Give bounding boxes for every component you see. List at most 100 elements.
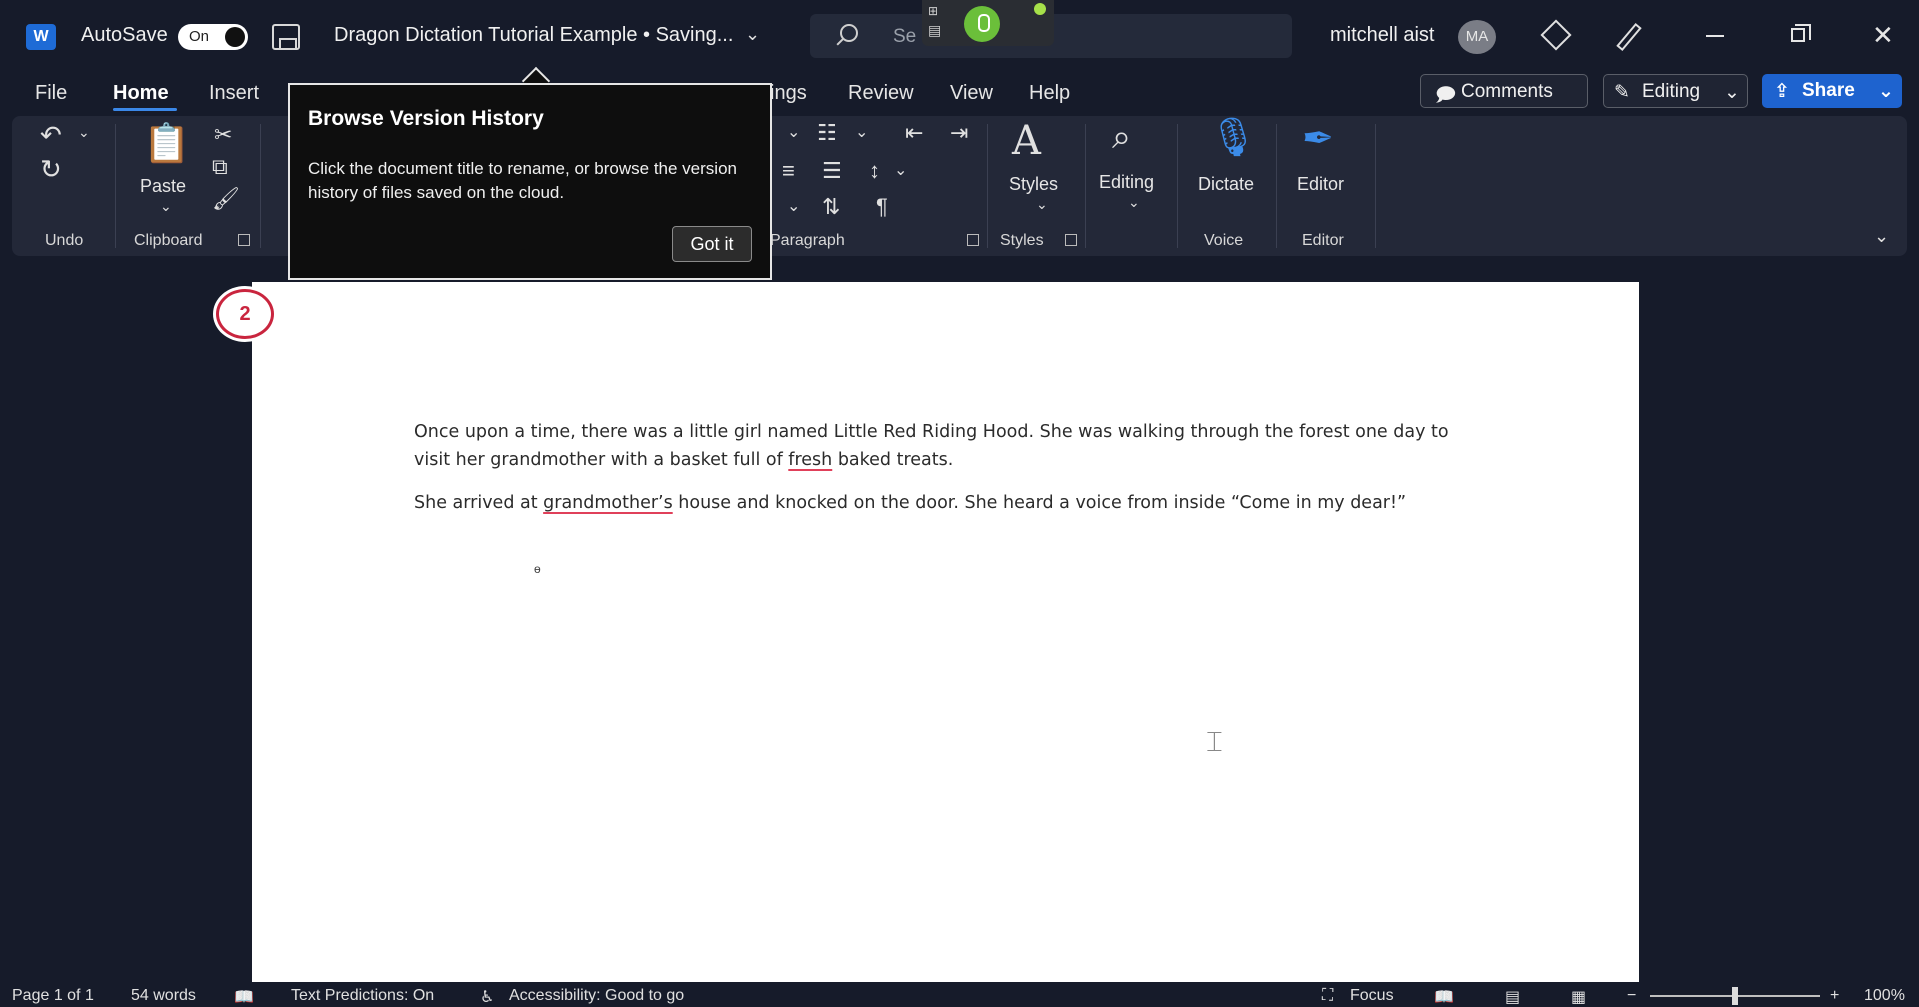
accessibility-icon: ♿ <box>480 989 495 1006</box>
paste-button[interactable]: Paste <box>140 176 186 197</box>
align-right-icon[interactable]: ≡ <box>782 158 795 184</box>
collapse-ribbon-icon[interactable]: ⌄ <box>1874 226 1889 247</box>
decrease-indent-icon[interactable]: ⇤ <box>905 120 923 146</box>
comments-button[interactable]: 🗩 Comments <box>1420 74 1588 108</box>
paragraph-text: baked treats. <box>832 450 954 470</box>
zoom-out-icon[interactable]: − <box>1627 987 1636 1005</box>
tab-view[interactable]: View <box>950 82 993 105</box>
comment-icon: 🗩 <box>1435 85 1457 106</box>
word-logo-icon: W <box>26 24 56 50</box>
document-title[interactable]: Dragon Dictation Tutorial Example • Savi… <box>334 24 733 47</box>
styles-button[interactable]: Styles <box>1009 174 1058 195</box>
chevron-down-icon: ⌄ <box>1724 82 1740 103</box>
show-formatting-icon[interactable]: ¶ <box>876 194 888 220</box>
autosave-toggle[interactable]: On <box>178 24 248 50</box>
tab-mailings[interactable]: ings <box>770 82 807 105</box>
editing-button[interactable]: Editing <box>1099 172 1154 193</box>
tab-review[interactable]: Review <box>848 82 914 105</box>
format-painter-icon[interactable]: 🖌 <box>212 186 240 212</box>
ibeam-cursor-icon: ⌶ <box>1206 726 1223 757</box>
tooltip-title: Browse Version History <box>308 107 544 130</box>
autosave-label: AutoSave <box>81 24 168 46</box>
print-layout-icon[interactable]: ▤ <box>1505 987 1520 1007</box>
text-cursor-mark: ɵ <box>534 562 541 576</box>
zoom-in-icon[interactable]: + <box>1830 987 1839 1005</box>
got-it-button[interactable]: Got it <box>672 226 752 262</box>
group-divider <box>115 124 116 248</box>
minimize-button[interactable] <box>1694 18 1734 54</box>
undo-icon[interactable]: ↶ <box>40 120 62 151</box>
menu-icon[interactable]: ▤ <box>928 22 941 39</box>
tab-file[interactable]: File <box>35 82 67 105</box>
user-name[interactable]: mitchell aist <box>1330 24 1434 47</box>
group-label-editor: Editor <box>1302 232 1344 249</box>
line-spacing-icon[interactable]: ↕ <box>869 158 880 184</box>
restore-button[interactable] <box>1777 18 1817 54</box>
text-predictions-status[interactable]: Text Predictions: On <box>291 987 434 1005</box>
redo-icon[interactable]: ↻ <box>40 154 62 185</box>
save-icon[interactable] <box>272 24 300 50</box>
styles-icon[interactable]: A <box>1012 118 1041 164</box>
read-mode-icon[interactable]: 📖 <box>1434 987 1454 1007</box>
chevron-down-icon[interactable]: ⌄ <box>78 124 90 141</box>
zoom-level[interactable]: 100% <box>1864 987 1905 1005</box>
chevron-down-icon[interactable]: ⌄ <box>855 122 868 142</box>
microphone-icon[interactable]: 🎙 <box>1209 116 1257 160</box>
pen-icon[interactable] <box>1616 22 1642 52</box>
tab-insert[interactable]: Insert <box>209 82 259 105</box>
group-label-styles: Styles <box>1000 232 1044 249</box>
paragraph-2[interactable]: She arrived at grandmother’s house and k… <box>414 489 1454 517</box>
chevron-down-icon[interactable]: ⌄ <box>1036 196 1048 213</box>
dialog-launcher-icon[interactable] <box>967 234 979 246</box>
chevron-down-icon[interactable]: ⌄ <box>894 160 907 180</box>
document-page[interactable]: Once upon a time, there was a little gir… <box>252 282 1639 982</box>
accessibility-status[interactable]: Accessibility: Good to go <box>509 987 684 1005</box>
editor-pen-icon[interactable]: ✒ <box>1302 116 1334 161</box>
dialog-launcher-icon[interactable] <box>1065 234 1077 246</box>
spelling-error[interactable]: fresh <box>788 450 832 470</box>
focus-button[interactable]: Focus <box>1350 987 1394 1005</box>
justify-icon[interactable]: ☰ <box>822 158 842 184</box>
multilevel-list-icon[interactable]: ☷ <box>817 120 837 146</box>
plus-icon[interactable]: ⊞ <box>928 4 938 18</box>
paragraph-1[interactable]: Once upon a time, there was a little gir… <box>414 418 1454 474</box>
share-label: Share <box>1802 80 1855 101</box>
proofing-icon[interactable]: 📖 <box>234 987 254 1007</box>
close-button[interactable]: ✕ <box>1862 18 1902 54</box>
dragon-dictation-bar[interactable]: ⊞ ▤ <box>922 0 1054 46</box>
word-count[interactable]: 54 words <box>131 987 196 1005</box>
dictate-button[interactable]: Dictate <box>1198 174 1254 195</box>
chevron-down-icon[interactable]: ⌄ <box>160 198 172 215</box>
tab-home[interactable]: Home <box>113 82 169 105</box>
tab-help[interactable]: Help <box>1029 82 1070 105</box>
cut-icon[interactable]: ✂ <box>214 122 232 148</box>
web-layout-icon[interactable]: ▦ <box>1571 987 1586 1007</box>
close-icon: ✕ <box>1872 20 1894 50</box>
microphone-icon[interactable] <box>964 6 1000 42</box>
page-count[interactable]: Page 1 of 1 <box>12 987 94 1005</box>
word-window: W AutoSave On Dragon Dictation Tutorial … <box>0 0 1919 1007</box>
paragraph-text: She arrived at <box>414 493 544 513</box>
zoom-slider-thumb[interactable] <box>1732 987 1738 1005</box>
chevron-down-icon[interactable]: ⌄ <box>787 196 800 216</box>
avatar[interactable]: MA <box>1458 20 1496 54</box>
editor-button[interactable]: Editor <box>1297 174 1344 195</box>
share-button[interactable]: ⇪ Share ⌄ <box>1762 74 1902 108</box>
find-icon[interactable]: ⌕ <box>1112 118 1131 157</box>
dialog-launcher-icon[interactable] <box>238 234 250 246</box>
chevron-down-icon[interactable]: ⌄ <box>745 24 760 45</box>
paste-icon[interactable]: 📋 <box>143 122 190 166</box>
group-label-voice: Voice <box>1204 232 1244 249</box>
paragraph-text: house and knocked on the door. She heard… <box>672 493 1407 513</box>
diamond-icon[interactable] <box>1540 19 1572 51</box>
copy-icon[interactable]: ⧉ <box>212 154 228 180</box>
focus-icon: ⛶ <box>1322 987 1334 1004</box>
increase-indent-icon[interactable]: ⇥ <box>950 120 968 146</box>
chevron-down-icon[interactable]: ⌄ <box>1128 194 1140 211</box>
search-input[interactable]: Se <box>893 26 916 48</box>
group-divider <box>1276 124 1277 248</box>
editing-mode-button[interactable]: ✎ Editing ⌄ <box>1603 74 1748 108</box>
chevron-down-icon[interactable]: ⌄ <box>787 122 800 142</box>
spelling-error[interactable]: grandmother’s <box>543 493 673 513</box>
sort-icon[interactable]: ⇅ <box>822 194 840 220</box>
